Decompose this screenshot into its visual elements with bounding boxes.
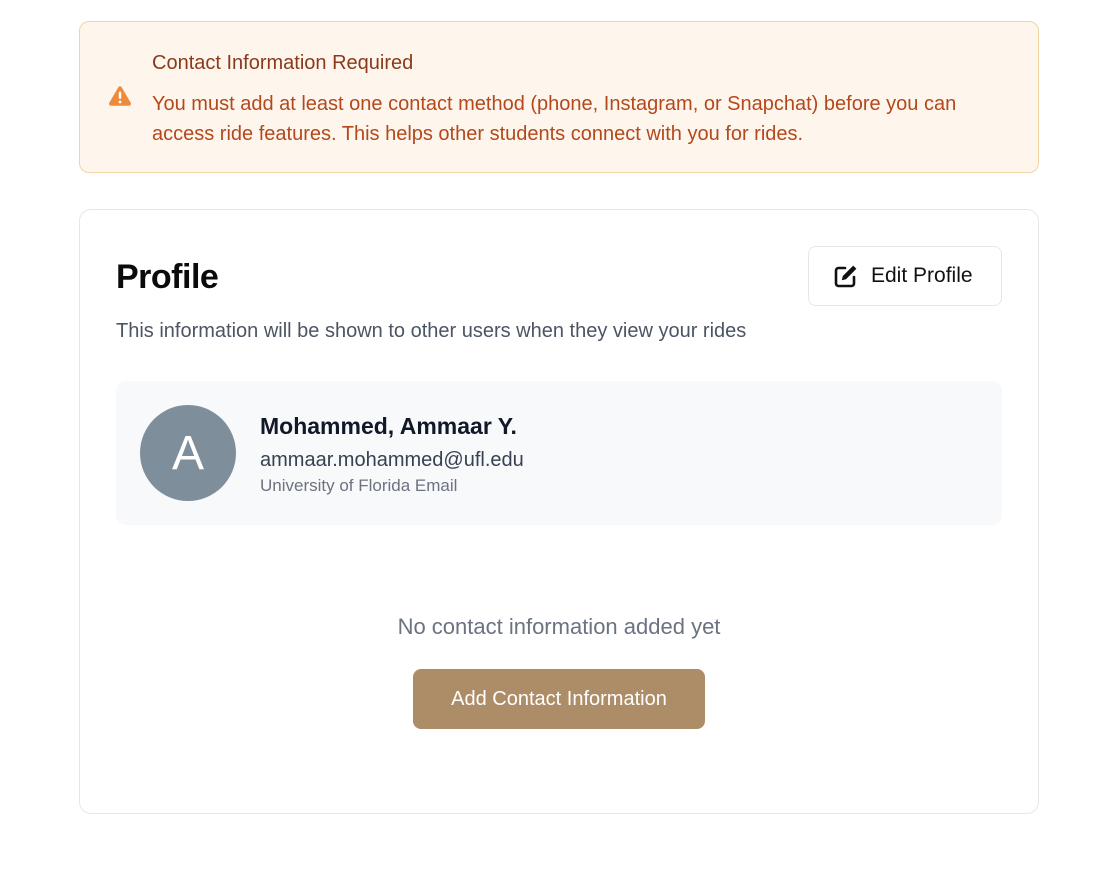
user-info-panel: A Mohammed, Ammaar Y. ammaar.mohammed@uf…: [116, 381, 1002, 525]
user-name: Mohammed, Ammaar Y.: [260, 413, 517, 439]
edit-square-icon: [834, 265, 857, 288]
empty-contact-message: No contact information added yet: [397, 614, 721, 639]
alert-message: You must add at least one contact method…: [152, 93, 957, 145]
page-title: Profile: [116, 258, 219, 296]
edit-profile-button[interactable]: Edit Profile: [808, 246, 1002, 306]
alert-title: Contact Information Required: [152, 52, 414, 74]
add-contact-information-button[interactable]: Add Contact Information: [413, 669, 705, 729]
edit-profile-label: Edit Profile: [871, 264, 973, 287]
user-email: ammaar.mohammed@ufl.edu: [260, 449, 524, 471]
contact-required-alert: Contact Information Required You must ad…: [79, 21, 1039, 173]
user-email-note: University of Florida Email: [260, 476, 458, 495]
profile-subtitle: This information will be shown to other …: [116, 320, 747, 342]
avatar: A: [140, 405, 236, 501]
profile-card: Profile This information will be shown t…: [79, 209, 1039, 814]
warning-triangle-icon: [109, 86, 131, 106]
